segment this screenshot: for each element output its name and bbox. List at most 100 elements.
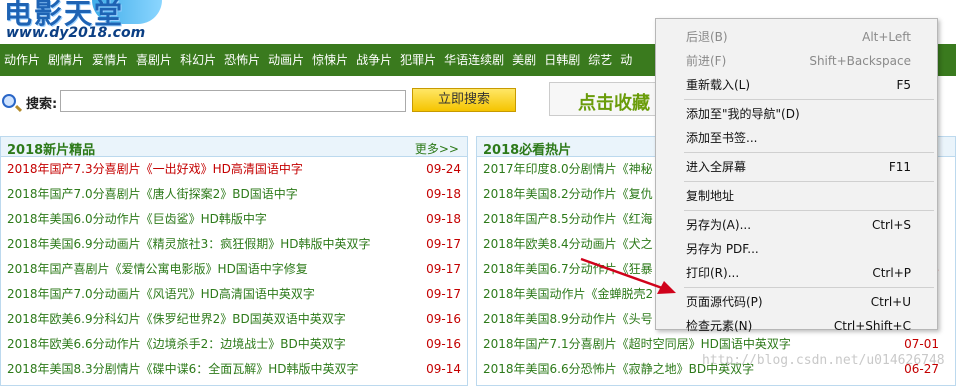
more-link[interactable]: 更多>>: [415, 140, 459, 157]
menu-separator: [684, 152, 934, 153]
menu-item-shortcut: Ctrl+U: [870, 295, 911, 309]
movie-date: 09-17: [426, 262, 461, 276]
menu-item[interactable]: 检查元素(N) Ctrl+Shift+C: [656, 314, 939, 338]
menu-item[interactable]: 页面源代码(P) Ctrl+U: [656, 290, 939, 314]
nav-item[interactable]: 喜剧片: [132, 44, 176, 76]
menu-item-label: 前进(F): [686, 54, 727, 68]
menu-item-shortcut: F11: [888, 160, 911, 174]
nav-item[interactable]: 日韩剧: [540, 44, 584, 76]
movie-title-link[interactable]: 2018年美国8.2分动作片《复仇: [483, 182, 653, 207]
context-menu: 后退(B) Alt+Left 前进(F) Shift+Backspace 重新载入(L)…: [655, 18, 939, 333]
list-item: 2018年美国8.3分剧情片《碟中谍6：全面瓦解》HD韩版中英双字 09-14: [1, 357, 467, 382]
nav-item[interactable]: 动: [616, 44, 636, 76]
site-url: www.dy2018.com: [6, 25, 146, 41]
watermark-text: http://blog.csdn.net/u014626748: [702, 353, 945, 368]
nav-item[interactable]: 动画片: [264, 44, 308, 76]
list-item: 2018年国产7.0分动画片《风语咒》HD高清国语中英双字 09-17: [1, 282, 467, 307]
movie-title-link[interactable]: 2018年美国8.9分动作片《头号: [483, 307, 653, 332]
menu-item-label: 添加至"我的导航"(D): [686, 107, 800, 121]
menu-item[interactable]: 重新载入(L) F5: [656, 73, 939, 97]
panel-title: 2018新片精品: [7, 143, 96, 158]
list-item: 2018年欧美6.6分动作片《边境杀手2：边境战士》BD中英双字 09-16: [1, 332, 467, 357]
list-item: 2018年美国6.0分动作片《巨齿鲨》HD韩版中字 09-18: [1, 207, 467, 232]
menu-separator: [684, 287, 934, 288]
movie-title-link[interactable]: 2018年美国6.7分动作片《狂暴: [483, 257, 653, 282]
panel-header: 2018新片精品 更多>>: [1, 137, 467, 158]
list-item: 2018年美国6.9分动画片《精灵旅社3：疯狂假期》HD韩版中英双字 09-17: [1, 232, 467, 257]
list-item: 2018年国产喜剧片《爱情公寓电影版》HD国语中字修复 09-17: [1, 257, 467, 282]
menu-item-label: 打印(R)...: [686, 266, 740, 280]
movie-list: 2018年国产7.3分喜剧片《一出好戏》HD高清国语中字 09-24 2018年国产…: [1, 157, 467, 382]
nav-item[interactable]: 战争片: [352, 44, 396, 76]
menu-item-shortcut: Ctrl+S: [871, 218, 911, 232]
menu-item-shortcut: Alt+Left: [862, 30, 911, 44]
movie-date: 09-18: [426, 187, 461, 201]
menu-separator: [684, 210, 934, 211]
movie-title-link[interactable]: 2018年欧美6.9分科幻片《侏罗纪世界2》BD国英双语中英双字: [7, 307, 346, 332]
menu-item-shortcut: Ctrl+Shift+C: [833, 319, 911, 333]
menu-item-label: 另存为 PDF...: [686, 242, 759, 256]
nav-item[interactable]: 爱情片: [88, 44, 132, 76]
movie-date: 09-17: [426, 287, 461, 301]
menu-item[interactable]: 另存为 PDF...: [656, 237, 939, 261]
nav-item[interactable]: 科幻片: [176, 44, 220, 76]
menu-item-label: 另存为(A)...: [686, 218, 752, 232]
menu-item[interactable]: 添加至"我的导航"(D): [656, 102, 939, 126]
menu-item-label: 后退(B): [686, 30, 728, 44]
menu-item-label: 页面源代码(P): [686, 295, 763, 309]
favorite-banner[interactable]: 点击收藏: [549, 82, 657, 116]
movie-title-link[interactable]: 2018年美国6.0分动作片《巨齿鲨》HD韩版中字: [7, 207, 267, 232]
menu-item[interactable]: 打印(R)... Ctrl+P: [656, 261, 939, 285]
movie-title-link[interactable]: 2018年国产7.3分喜剧片《一出好戏》HD高清国语中字: [7, 157, 303, 182]
menu-item[interactable]: 后退(B) Alt+Left: [656, 25, 939, 49]
menu-item-label: 进入全屏幕: [686, 160, 747, 174]
search-icon: [2, 94, 16, 108]
menu-item[interactable]: 复制地址: [656, 184, 939, 208]
list-item: 2018年国产7.3分喜剧片《一出好戏》HD高清国语中字 09-24: [1, 157, 467, 182]
menu-separator: [684, 99, 934, 100]
movie-title-link[interactable]: 2018年国产8.5分动作片《红海: [483, 207, 653, 232]
movie-title-link[interactable]: 2018年国产7.0分喜剧片《唐人街探案2》BD国语中字: [7, 182, 298, 207]
movie-date: 09-14: [426, 362, 461, 376]
panel-title: 2018必看热片: [483, 143, 572, 158]
new-movies-panel: 2018新片精品 更多>> 2018年国产7.3分喜剧片《一出好戏》HD高清国语…: [0, 136, 468, 386]
search-label: 搜索:: [26, 97, 58, 112]
menu-item[interactable]: 添加至书签...: [656, 126, 939, 150]
list-item: 2018年国产7.0分喜剧片《唐人街探案2》BD国语中字 09-18: [1, 182, 467, 207]
menu-item-shortcut: Shift+Backspace: [809, 54, 911, 68]
menu-item[interactable]: 进入全屏幕 F11: [656, 155, 939, 179]
nav-item[interactable]: 动作片: [0, 44, 44, 76]
nav-item[interactable]: 综艺: [584, 44, 616, 76]
movie-title-link[interactable]: 2018年美国8.3分剧情片《碟中谍6：全面瓦解》HD韩版中英双字: [7, 357, 359, 382]
menu-item-label: 添加至书签...: [686, 131, 758, 145]
nav-item[interactable]: 华语连续剧: [440, 44, 508, 76]
nav-item[interactable]: 恐怖片: [220, 44, 264, 76]
movie-title-link[interactable]: 2018年欧美8.4分动画片《犬之: [483, 232, 653, 257]
nav-item[interactable]: 惊悚片: [308, 44, 352, 76]
search-input[interactable]: [60, 90, 406, 112]
movie-date: 09-24: [426, 162, 461, 176]
movie-title-link[interactable]: 2018年国产喜剧片《爱情公寓电影版》HD国语中字修复: [7, 257, 308, 282]
movie-date: 09-16: [426, 312, 461, 326]
menu-item[interactable]: 另存为(A)... Ctrl+S: [656, 213, 939, 237]
search-button[interactable]: 立即搜索: [412, 88, 516, 112]
menu-item-shortcut: Ctrl+P: [872, 266, 911, 280]
movie-title-link[interactable]: 2018年欧美6.6分动作片《边境杀手2：边境战士》BD中英双字: [7, 332, 346, 357]
menu-item[interactable]: 前进(F) Shift+Backspace: [656, 49, 939, 73]
nav-item[interactable]: 犯罪片: [396, 44, 440, 76]
menu-item-shortcut: F5: [896, 78, 911, 92]
movie-title-link[interactable]: 2018年美国6.9分动画片《精灵旅社3：疯狂假期》HD韩版中英双字: [7, 232, 371, 257]
menu-item-label: 重新载入(L): [686, 78, 751, 92]
list-item: 2018年欧美6.9分科幻片《侏罗纪世界2》BD国英双语中英双字 09-16: [1, 307, 467, 332]
movie-title-link[interactable]: 2018年美国动作片《金蝉脱壳2: [483, 282, 653, 307]
menu-separator: [684, 181, 934, 182]
movie-title-link[interactable]: 2018年国产7.0分动画片《风语咒》HD高清国语中英双字: [7, 282, 315, 307]
nav-item[interactable]: 剧情片: [44, 44, 88, 76]
nav-item[interactable]: 美剧: [508, 44, 540, 76]
menu-item-label: 检查元素(N): [686, 319, 753, 333]
movie-date: 09-18: [426, 212, 461, 226]
movie-date: 09-16: [426, 337, 461, 351]
favorite-text: 点击收藏: [578, 93, 650, 114]
movie-title-link[interactable]: 2017年印度8.0分剧情片《神秘: [483, 157, 653, 182]
movie-date: 09-17: [426, 237, 461, 251]
